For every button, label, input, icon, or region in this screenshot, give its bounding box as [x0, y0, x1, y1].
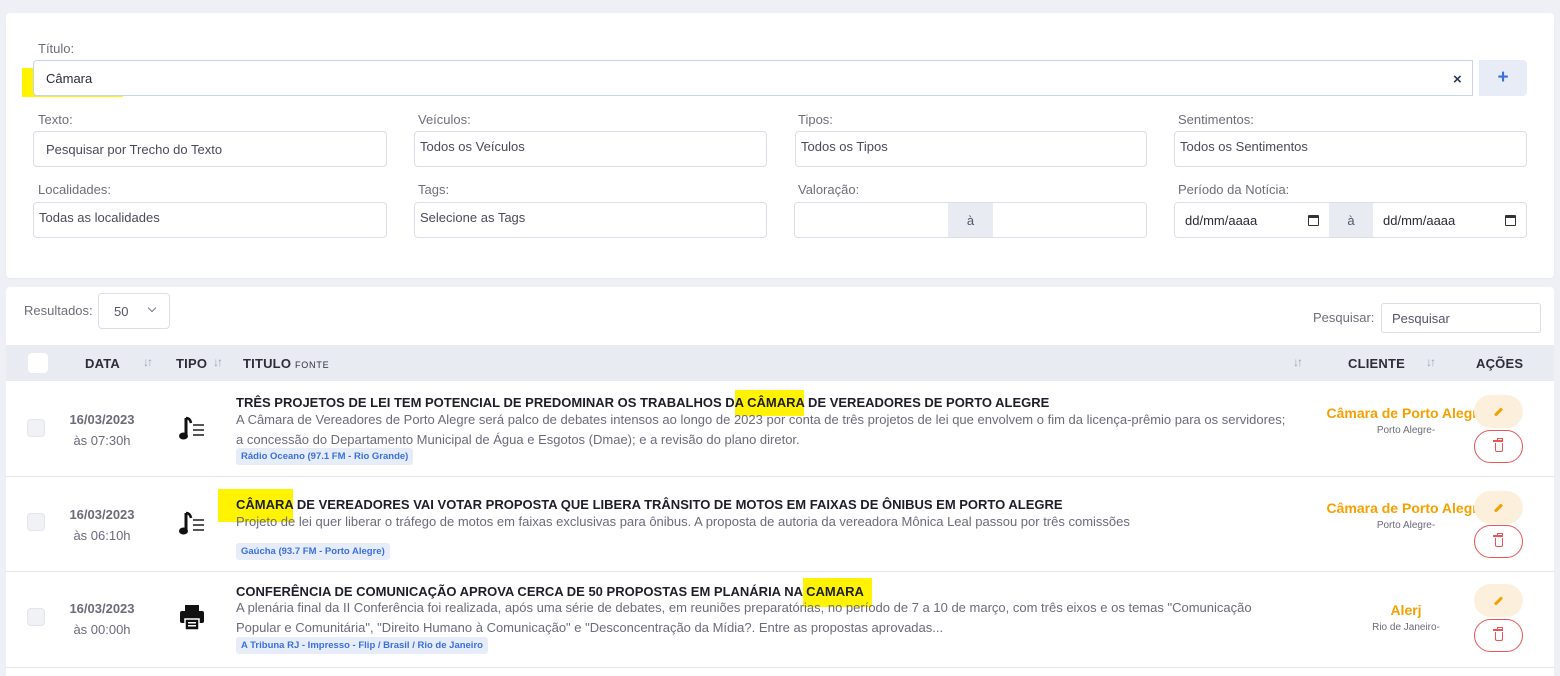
table-search-label: Pesquisar: [1313, 310, 1375, 325]
news-date-time: às 06:10h [73, 528, 131, 543]
news-date: 16/03/2023 às 00:00h [61, 598, 143, 640]
radio-icon [179, 511, 204, 535]
news-source-badge: Gaúcha (93.7 FM - Porto Alegre) [236, 543, 390, 560]
delete-button[interactable] [1474, 430, 1523, 463]
period-start-value: dd/mm/aaaa [1185, 212, 1258, 228]
period-end-value: dd/mm/aaaa [1383, 212, 1456, 228]
vehicles-filter-label: Veículos: [418, 112, 471, 127]
table-search-input[interactable]: Pesquisar [1381, 303, 1541, 333]
sort-icon[interactable]: ↓↑ [213, 355, 223, 369]
news-title-post: DE VEREADORES VAI VOTAR PROPOSTA QUE LIB… [293, 497, 1063, 512]
sentiments-select[interactable]: Todos os Sentimentos [1174, 131, 1527, 167]
valuation-max-input[interactable] [993, 203, 1146, 237]
types-select[interactable]: Todos os Tipos [795, 131, 1147, 167]
period-start-input[interactable]: dd/mm/aaaa [1175, 203, 1329, 237]
edit-button[interactable] [1474, 491, 1523, 524]
news-excerpt: A plenária final da II Conferência foi r… [236, 600, 1252, 635]
table-row[interactable]: 16/03/2023 às 07:30h TRÊS PROJETOS DE LE… [6, 381, 1554, 477]
tags-filter-label: Tags: [418, 182, 450, 197]
column-header-title[interactable]: TITULO FONTE [243, 356, 329, 371]
column-header-type[interactable]: TIPO [176, 356, 207, 371]
calendar-icon[interactable] [1308, 214, 1319, 226]
valuation-filter-label: Valoração: [798, 182, 860, 197]
delete-button[interactable] [1474, 619, 1523, 652]
pencil-icon [1493, 595, 1504, 606]
period-end-input[interactable]: dd/mm/aaaa [1373, 203, 1526, 237]
sentiments-filter-label: Sentimentos: [1178, 112, 1254, 127]
title-filter-value: Câmara [46, 71, 93, 86]
results-per-page-select[interactable]: 50 [98, 293, 170, 329]
news-date: 16/03/2023 às 07:30h [61, 409, 143, 451]
news-title-post: DE VEREADORES DE PORTO ALEGRE [804, 395, 1050, 410]
news-date-day: 16/03/2023 [69, 507, 135, 522]
news-date-time: às 07:30h [73, 433, 131, 448]
title-filter-label: Título: [38, 41, 75, 56]
news-date-time: às 00:00h [73, 622, 131, 637]
filter-panel: Título: Câmara × + Texto: Pesquisar por … [6, 13, 1554, 278]
client-location: Porto Alegre- [1376, 425, 1436, 436]
radio-icon [179, 416, 204, 440]
news-title[interactable]: TRÊS PROJETOS DE LEI TEM POTENCIAL DE PR… [236, 390, 1050, 416]
valuation-range: à [794, 202, 1147, 238]
row-checkbox[interactable] [27, 513, 45, 531]
print-icon [180, 605, 204, 631]
table-row[interactable]: 16/03/2023 às 00:00h CONFERÊNCIA DE COMU… [6, 572, 1554, 668]
results-per-page-label: Resultados: [24, 303, 93, 318]
news-title-pre: TRÊS PROJETOS DE LEI TEM POTENCIAL DE PR… [236, 395, 735, 410]
edit-button[interactable] [1474, 395, 1523, 428]
clear-title-icon[interactable]: × [1453, 71, 1462, 88]
edit-button[interactable] [1474, 584, 1523, 617]
calendar-icon[interactable] [1505, 214, 1516, 226]
news-date-day: 16/03/2023 [69, 601, 135, 616]
sort-icon[interactable]: ↓↑ [1426, 355, 1436, 369]
news-excerpt: A Câmara de Vereadores de Porto Alegre s… [236, 412, 1286, 447]
news-source-badge: A Tribuna RJ - Impresso - Flip / Brasil … [236, 637, 488, 654]
delete-button[interactable] [1474, 525, 1523, 558]
tags-select[interactable]: Selecione as Tags [414, 202, 767, 238]
news-title[interactable]: CONFERÊNCIA DE COMUNICAÇÃO APROVA CERCA … [236, 578, 872, 607]
news-excerpt: Projeto de lei quer liberar o tráfego de… [236, 514, 1130, 529]
column-header-client[interactable]: CLIENTE [1348, 356, 1405, 371]
row-checkbox[interactable] [27, 608, 45, 626]
column-header-title-text: TITULO [243, 356, 292, 371]
period-filter-label: Período da Notícia: [1178, 182, 1290, 197]
locations-filter-label: Localidades: [38, 182, 111, 197]
text-filter-label: Texto: [38, 112, 73, 127]
text-filter-input[interactable]: Pesquisar por Trecho do Texto [33, 131, 387, 167]
pencil-icon [1493, 502, 1504, 513]
results-per-page-value: 50 [114, 303, 129, 319]
sort-icon[interactable]: ↓↑ [1293, 355, 1303, 369]
chevron-down-icon [147, 303, 157, 313]
valuation-range-separator: à [948, 203, 993, 237]
news-title[interactable]: CÂMARA DE VEREADORES VAI VOTAR PROPOSTA … [218, 489, 1063, 522]
locations-select[interactable]: Todas as localidades [33, 202, 387, 238]
column-header-date[interactable]: DATA [85, 356, 120, 371]
column-header-source: FONTE [294, 360, 330, 370]
valuation-min-input[interactable] [795, 203, 948, 237]
client-location: Porto Alegre- [1376, 520, 1436, 531]
table-row[interactable]: 16/03/2023 às 06:10h CÂMARA DE VEREADORE… [6, 477, 1554, 572]
pencil-icon [1493, 406, 1504, 417]
table-header: DATA ↓↑ TIPO ↓↑ TITULO FONTE ↓↑ CLIENTE … [6, 345, 1554, 381]
news-date-day: 16/03/2023 [69, 412, 135, 427]
row-checkbox[interactable] [27, 419, 45, 437]
select-all-checkbox[interactable] [28, 353, 48, 373]
period-range: dd/mm/aaaa à dd/mm/aaaa [1174, 202, 1527, 238]
trash-icon [1492, 533, 1503, 547]
vehicles-select[interactable]: Todos os Veículos [414, 131, 767, 167]
column-header-actions: AÇÕES [1476, 356, 1524, 371]
trash-icon [1492, 627, 1503, 641]
title-filter-input[interactable] [33, 60, 1473, 96]
news-source-badge: Rádio Oceano (97.1 FM - Rio Grande) [236, 448, 414, 465]
types-filter-label: Tipos: [798, 112, 833, 127]
news-date: 16/03/2023 às 06:10h [61, 504, 143, 546]
results-panel: Resultados: 50 Pesquisar: Pesquisar DATA… [6, 287, 1554, 676]
add-title-button[interactable]: + [1479, 60, 1527, 96]
news-title-pre: CONFERÊNCIA DE COMUNICAÇÃO APROVA CERCA … [236, 584, 803, 599]
sort-icon[interactable]: ↓↑ [143, 355, 153, 369]
trash-icon [1492, 438, 1503, 452]
period-range-separator: à [1329, 203, 1373, 237]
